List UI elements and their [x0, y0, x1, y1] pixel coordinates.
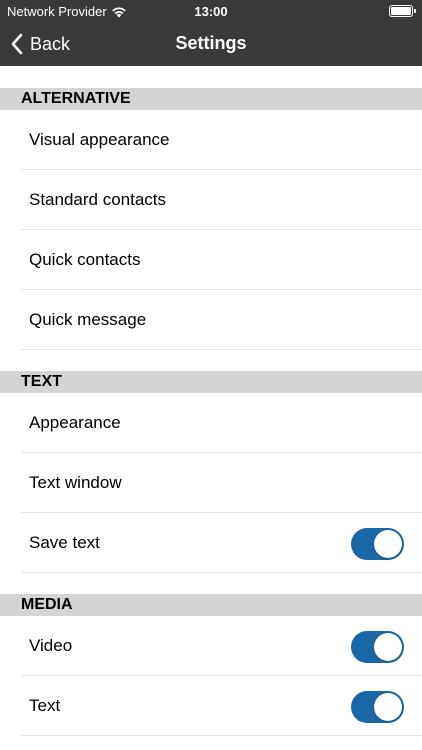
- settings-row-standard-contacts[interactable]: Standard contacts: [0, 170, 422, 230]
- section-header-media: MEDIA: [0, 594, 422, 616]
- settings-row-quick-contacts[interactable]: Quick contacts: [0, 230, 422, 290]
- row-divider: [21, 349, 422, 350]
- battery-icon: [389, 5, 416, 17]
- text-toggle[interactable]: [351, 691, 404, 723]
- settings-row-text: Text: [0, 676, 422, 736]
- row-label: Quick contacts: [29, 250, 141, 269]
- page-title: Settings: [175, 33, 247, 53]
- row-label: Video: [29, 636, 73, 655]
- navigation-bar: Back Settings: [0, 22, 422, 66]
- settings-row-video: Video: [0, 616, 422, 676]
- row-label: Save text: [29, 533, 100, 552]
- row-label: Text: [29, 696, 61, 715]
- status-bar: Network Provider 13:00: [0, 0, 422, 22]
- settings-row-save-text: Save text: [0, 513, 422, 573]
- save-text-toggle[interactable]: [351, 528, 404, 560]
- top-bar: Network Provider 13:00 Back Settings: [0, 0, 422, 66]
- section-header-alternative: ALTERNATIVE: [0, 88, 422, 110]
- row-label: Appearance: [29, 413, 121, 432]
- status-time: 13:00: [194, 4, 228, 19]
- settings-row-appearance[interactable]: Appearance: [0, 393, 422, 453]
- row-label: Text window: [29, 473, 122, 492]
- row-divider: [21, 572, 422, 573]
- row-label: Visual appearance: [29, 130, 170, 149]
- row-label: Quick message: [29, 310, 147, 329]
- video-toggle[interactable]: [351, 631, 404, 663]
- row-label: Standard contacts: [29, 190, 167, 209]
- settings-row-quick-message[interactable]: Quick message: [0, 290, 422, 350]
- settings-row-visual-appearance[interactable]: Visual appearance: [0, 110, 422, 170]
- row-divider: [21, 735, 422, 736]
- section-header-text: TEXT: [0, 371, 422, 393]
- settings-row-text-window[interactable]: Text window: [0, 453, 422, 513]
